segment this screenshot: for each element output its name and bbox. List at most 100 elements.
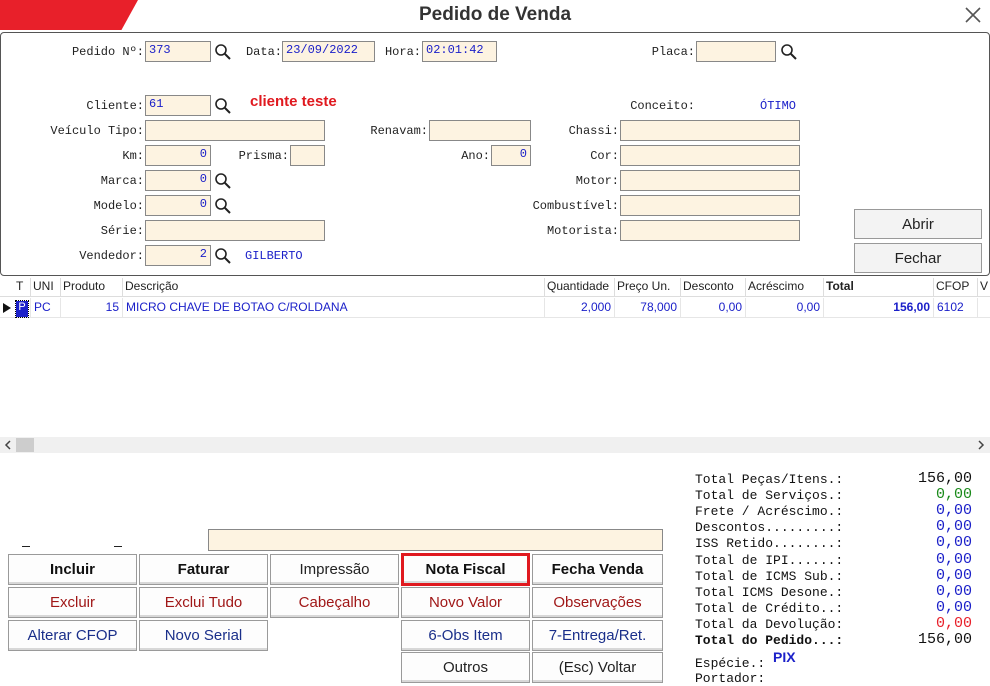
pedido-number-field[interactable]: 373: [145, 41, 211, 62]
pedido-label: Pedido Nº:: [71, 45, 144, 59]
ano-label: Ano:: [461, 149, 490, 163]
total-label: Total Peças/Itens.:: [695, 472, 844, 487]
vendedor-field[interactable]: 2: [145, 245, 211, 266]
nota-fiscal-button[interactable]: Nota Fiscal: [401, 553, 530, 586]
table-row[interactable]: P PC 15 MICRO CHAVE DE BOTAO C/ROLDANA 2…: [0, 298, 990, 318]
total-label: Descontos.........:: [695, 520, 844, 535]
conceito-value: ÓTIMO: [760, 99, 797, 113]
exclui-tudo-button[interactable]: Exclui Tudo: [139, 587, 268, 618]
divider: [22, 546, 30, 547]
vendedor-label: Vendedor:: [79, 249, 144, 263]
total-value: 156,00: [917, 631, 972, 648]
combustivel-label: Combustível:: [532, 199, 619, 213]
serie-label: Série:: [100, 224, 144, 238]
col-header[interactable]: Produto: [61, 278, 123, 297]
items-grid-header: T UNI Produto Descrição Quantidade Preço…: [0, 278, 990, 297]
search-icon[interactable]: [214, 97, 232, 115]
message-field: [208, 529, 663, 551]
search-icon[interactable]: [214, 43, 232, 61]
excluir-button[interactable]: Excluir: [8, 587, 137, 618]
motorista-label: Motorista:: [546, 224, 619, 238]
outros-button[interactable]: Outros: [401, 652, 530, 683]
cell-total: 156,00: [824, 298, 934, 318]
search-icon[interactable]: [780, 43, 798, 61]
total-label: Total de Crédito..:: [695, 601, 844, 616]
close-icon: [965, 7, 981, 23]
data-field[interactable]: 23/09/2022: [282, 41, 375, 62]
total-label: ISS Retido........:: [695, 536, 844, 551]
total-label: Total de ICMS Sub.:: [695, 569, 844, 584]
search-icon[interactable]: [214, 247, 232, 265]
col-header[interactable]: Acréscimo: [746, 278, 824, 297]
cell-preco: 78,000: [615, 298, 681, 318]
cabecalho-button[interactable]: Cabeçalho: [270, 587, 399, 618]
km-field[interactable]: 0: [145, 145, 211, 166]
km-label: Km:: [122, 149, 144, 163]
renavam-field[interactable]: [429, 120, 531, 141]
observacoes-button[interactable]: Observações: [532, 587, 663, 618]
prisma-field[interactable]: [290, 145, 325, 166]
obs-item-button[interactable]: 6-Obs Item: [401, 620, 530, 651]
cliente-field[interactable]: 61: [145, 95, 211, 116]
search-icon[interactable]: [214, 197, 232, 215]
col-header[interactable]: Descrição: [123, 278, 545, 297]
modelo-field[interactable]: 0: [145, 195, 211, 216]
col-header[interactable]: Preço Un.: [615, 278, 681, 297]
fechar-button[interactable]: Fechar: [854, 243, 982, 273]
col-header[interactable]: Desconto: [681, 278, 746, 297]
faturar-button[interactable]: Faturar: [139, 554, 268, 585]
placa-field[interactable]: [696, 41, 776, 62]
fecha-venda-button[interactable]: Fecha Venda: [532, 554, 663, 585]
scrollbar-thumb[interactable]: [16, 438, 34, 452]
col-header[interactable]: V: [978, 278, 990, 297]
chevron-right-icon[interactable]: [977, 440, 985, 450]
hora-field[interactable]: 02:01:42: [422, 41, 497, 62]
cliente-label: Cliente:: [86, 99, 144, 113]
vendedor-name: GILBERTO: [245, 249, 303, 263]
col-header[interactable]: Total: [824, 278, 934, 297]
novo-serial-button[interactable]: Novo Serial: [139, 620, 268, 651]
horizontal-scrollbar[interactable]: [0, 437, 990, 453]
col-header[interactable]: Quantidade: [545, 278, 615, 297]
total-value: 0,00: [935, 599, 972, 616]
total-value: 0,00: [935, 502, 972, 519]
impressao-button[interactable]: Impressão: [270, 554, 399, 585]
alterar-cfop-button[interactable]: Alterar CFOP: [8, 620, 137, 651]
close-button[interactable]: [958, 2, 988, 28]
cell-descricao: MICRO CHAVE DE BOTAO C/ROLDANA: [123, 298, 545, 318]
portador-label: Portador:: [695, 671, 766, 686]
col-header[interactable]: T: [14, 278, 31, 297]
cor-label: Cor:: [590, 149, 619, 163]
hora-label: Hora:: [384, 45, 421, 59]
cell-quantidade: 2,000: [545, 298, 615, 318]
total-label: Frete / Acréscimo.:: [695, 504, 844, 519]
col-header[interactable]: UNI: [31, 278, 61, 297]
cell-cfop: 6102: [934, 298, 978, 318]
chevron-left-icon[interactable]: [4, 440, 12, 450]
prisma-label: Prisma:: [238, 149, 289, 163]
voltar-button[interactable]: (Esc) Voltar: [532, 652, 663, 683]
total-label: Total de Serviços.:: [695, 488, 844, 503]
renavam-label: Renavam:: [370, 124, 428, 138]
veiculo-tipo-field[interactable]: [145, 120, 325, 141]
abrir-button[interactable]: Abrir: [854, 209, 982, 239]
search-icon[interactable]: [214, 172, 232, 190]
serie-field[interactable]: [145, 220, 325, 241]
motorista-field[interactable]: [620, 220, 800, 241]
combustivel-field[interactable]: [620, 195, 800, 216]
novo-valor-button[interactable]: Novo Valor: [401, 587, 530, 618]
col-header[interactable]: CFOP: [934, 278, 978, 297]
incluir-button[interactable]: Incluir: [8, 554, 137, 585]
ano-field[interactable]: 0: [491, 145, 531, 166]
modelo-label: Modelo:: [93, 199, 144, 213]
motor-label: Motor:: [575, 174, 619, 188]
cell-desconto: 0,00: [681, 298, 746, 318]
cell-produto: 15: [61, 298, 123, 318]
marca-field[interactable]: 0: [145, 170, 211, 191]
entrega-button[interactable]: 7-Entrega/Ret.: [532, 620, 663, 651]
cor-field[interactable]: [620, 145, 800, 166]
motor-field[interactable]: [620, 170, 800, 191]
divider: [114, 546, 122, 547]
especie-label: Espécie.:: [695, 656, 766, 671]
chassi-field[interactable]: [620, 120, 800, 141]
